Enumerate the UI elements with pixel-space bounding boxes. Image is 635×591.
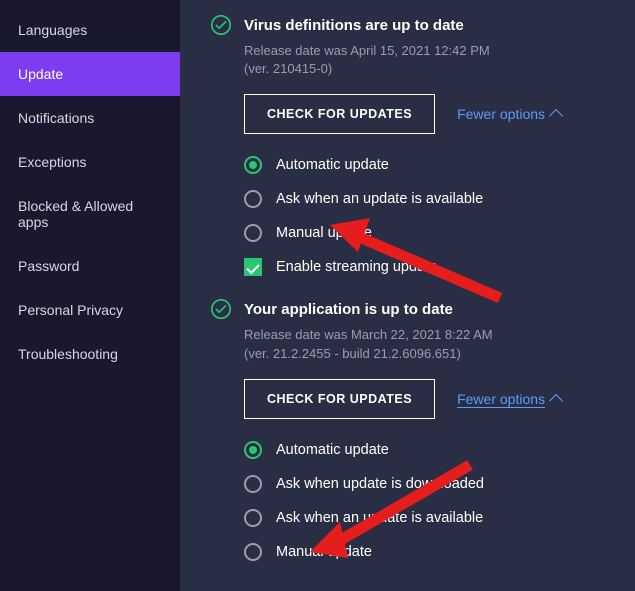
radio-icon: [244, 509, 262, 527]
radio-icon: [244, 475, 262, 493]
radio-label: Automatic update: [276, 442, 389, 458]
radio-label: Automatic update: [276, 157, 389, 173]
virus-title: Virus definitions are up to date: [244, 17, 464, 34]
app-meta: Release date was March 22, 2021 8:22 AM …: [244, 326, 615, 362]
virus-meta: Release date was April 15, 2021 12:42 PM…: [244, 42, 615, 78]
check-circle-icon: [210, 14, 232, 36]
radio-icon: [244, 156, 262, 174]
radio-label: Ask when update is downloaded: [276, 476, 484, 492]
chevron-up-icon: [549, 394, 563, 408]
sidebar-item-exceptions[interactable]: Exceptions: [0, 140, 180, 184]
radio-icon: [244, 190, 262, 208]
chevron-up-icon: [549, 109, 563, 123]
virus-release-date: Release date was April 15, 2021 12:42 PM: [244, 42, 615, 60]
radio-icon: [244, 441, 262, 459]
sidebar-item-languages[interactable]: Languages: [0, 8, 180, 52]
sidebar-item-update[interactable]: Update: [0, 52, 180, 96]
virus-checkbox-streaming[interactable]: Enable streaming update: [244, 258, 615, 276]
radio-label: Ask when an update is available: [276, 191, 483, 207]
app-section-header: Your application is up to date: [210, 298, 615, 320]
radio-label: Ask when an update is available: [276, 510, 483, 526]
virus-radio-manual[interactable]: Manual update: [244, 224, 615, 242]
virus-version: (ver. 210415-0): [244, 60, 615, 78]
radio-icon: [244, 224, 262, 242]
sidebar-item-blocked-allowed-apps[interactable]: Blocked & Allowed apps: [0, 184, 180, 244]
app-radio-ask-downloaded[interactable]: Ask when update is downloaded: [244, 475, 615, 493]
app-radio-manual[interactable]: Manual update: [244, 543, 615, 561]
app-fewer-options-link[interactable]: Fewer options: [457, 391, 561, 407]
virus-action-row: CHECK FOR UPDATES Fewer options: [244, 94, 615, 134]
app-action-row: CHECK FOR UPDATES Fewer options: [244, 379, 615, 419]
app-fewer-options-label: Fewer options: [457, 391, 545, 407]
virus-radio-automatic[interactable]: Automatic update: [244, 156, 615, 174]
main-content: Virus definitions are up to date Release…: [180, 0, 635, 591]
checkbox-label: Enable streaming update: [276, 259, 437, 275]
app-title: Your application is up to date: [244, 301, 453, 318]
virus-check-updates-button[interactable]: CHECK FOR UPDATES: [244, 94, 435, 134]
app-release-date: Release date was March 22, 2021 8:22 AM: [244, 326, 615, 344]
app-radio-ask-available[interactable]: Ask when an update is available: [244, 509, 615, 527]
virus-fewer-options-link[interactable]: Fewer options: [457, 106, 561, 122]
radio-label: Manual update: [276, 225, 372, 241]
radio-icon: [244, 543, 262, 561]
sidebar-item-personal-privacy[interactable]: Personal Privacy: [0, 288, 180, 332]
sidebar-item-troubleshooting[interactable]: Troubleshooting: [0, 332, 180, 376]
virus-section-header: Virus definitions are up to date: [210, 14, 615, 36]
app-check-updates-button[interactable]: CHECK FOR UPDATES: [244, 379, 435, 419]
sidebar-item-password[interactable]: Password: [0, 244, 180, 288]
app-options: Automatic update Ask when update is down…: [244, 441, 615, 561]
checkbox-icon: [244, 258, 262, 276]
sidebar: Languages Update Notifications Exception…: [0, 0, 180, 591]
radio-label: Manual update: [276, 544, 372, 560]
virus-fewer-options-label: Fewer options: [457, 106, 545, 122]
sidebar-item-notifications[interactable]: Notifications: [0, 96, 180, 140]
app-version: (ver. 21.2.2455 - build 21.2.6096.651): [244, 345, 615, 363]
check-circle-icon: [210, 298, 232, 320]
app-radio-automatic[interactable]: Automatic update: [244, 441, 615, 459]
virus-options: Automatic update Ask when an update is a…: [244, 156, 615, 276]
virus-radio-ask-available[interactable]: Ask when an update is available: [244, 190, 615, 208]
